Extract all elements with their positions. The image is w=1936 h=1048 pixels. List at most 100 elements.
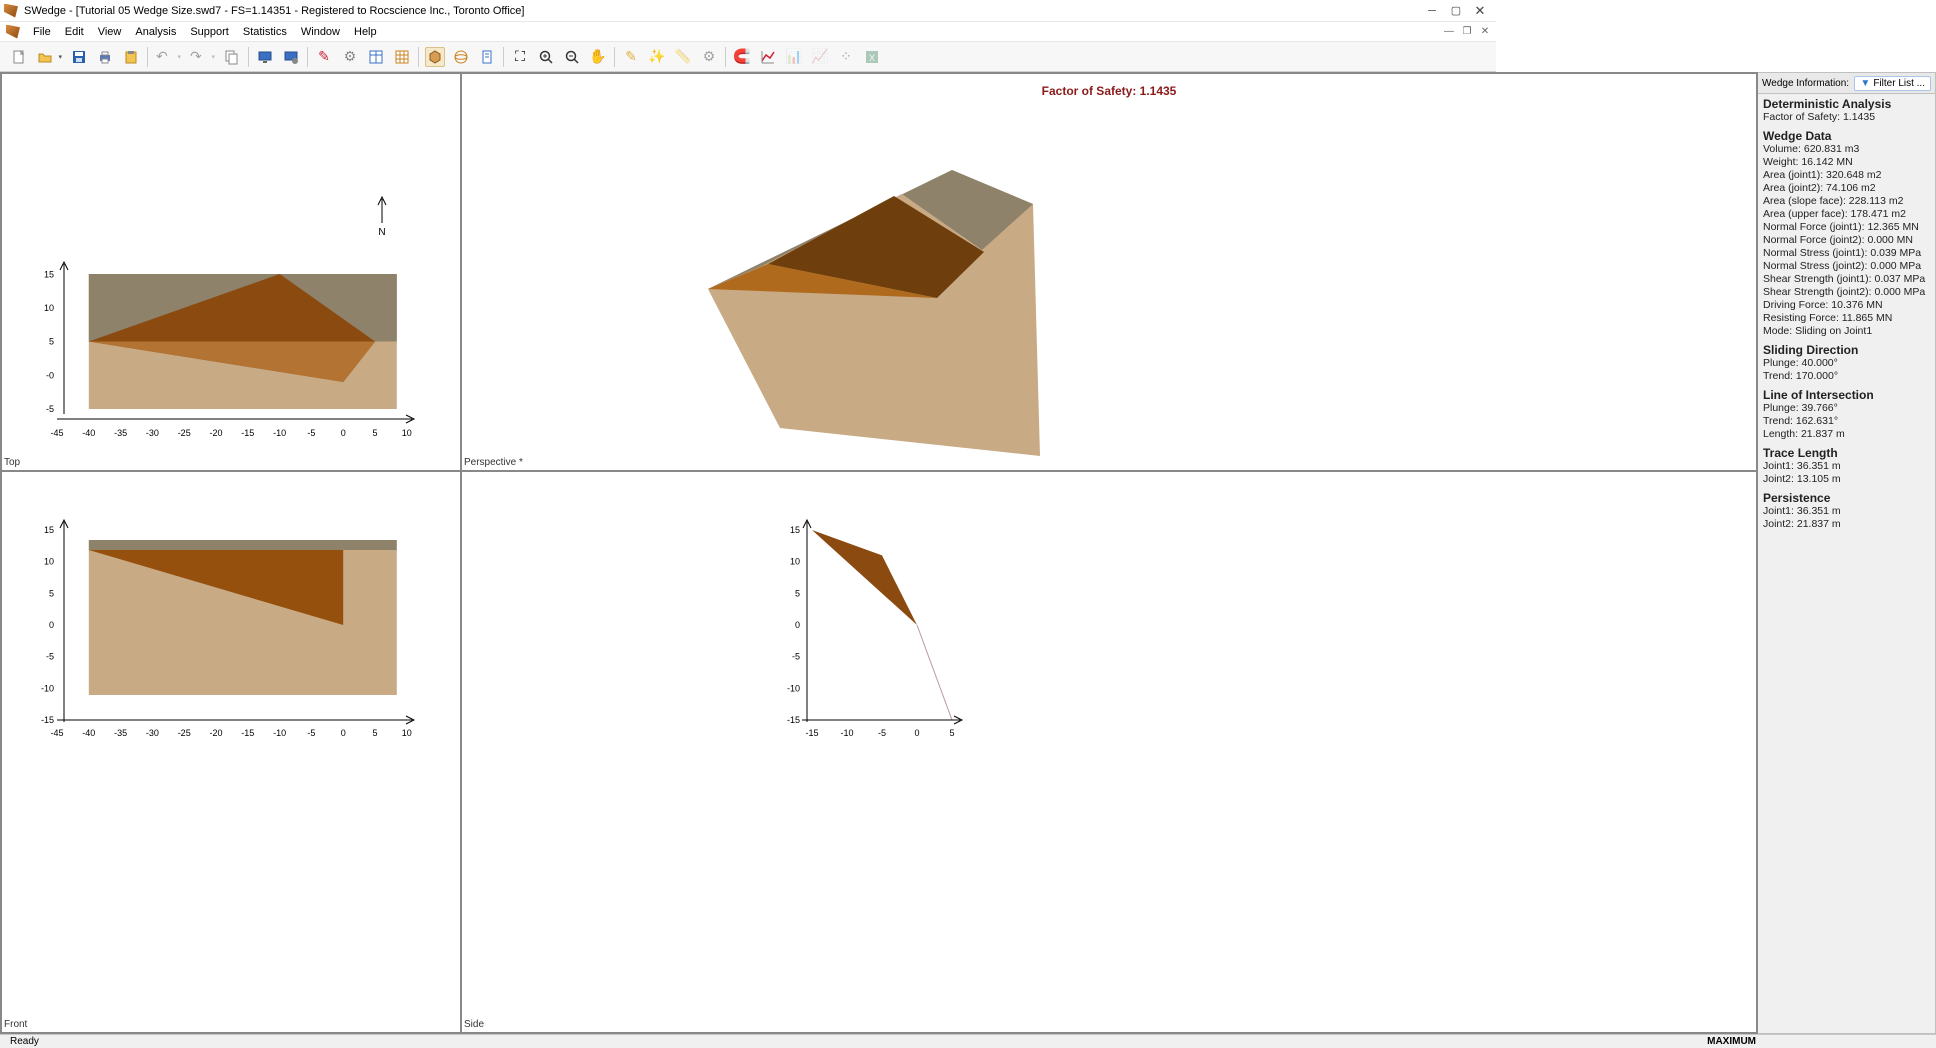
- zoom-in-icon[interactable]: [536, 47, 556, 67]
- info-li-length: Length: 21.837 m: [1763, 428, 1930, 441]
- svg-text:-5: -5: [46, 652, 54, 662]
- svg-text:-10: -10: [41, 683, 54, 693]
- svg-text:-10: -10: [840, 728, 853, 738]
- svg-text:-15: -15: [805, 728, 818, 738]
- svg-text:-5: -5: [307, 428, 315, 438]
- svg-text:-40: -40: [82, 428, 95, 438]
- scatter-chart-icon[interactable]: ⁘: [836, 47, 856, 67]
- measure-icon[interactable]: 📏: [673, 47, 693, 67]
- svg-text:-0: -0: [46, 371, 54, 381]
- menu-file[interactable]: File: [26, 26, 58, 38]
- menu-support[interactable]: Support: [183, 26, 236, 38]
- svg-text:-15: -15: [241, 428, 254, 438]
- magnet-icon[interactable]: 🧲: [732, 47, 752, 67]
- minimize-button[interactable]: ─: [1420, 5, 1444, 17]
- svg-text:-10: -10: [273, 728, 286, 738]
- display-icon[interactable]: [255, 47, 275, 67]
- menu-view[interactable]: View: [91, 26, 129, 38]
- edit-tool-icon[interactable]: ✎: [621, 47, 641, 67]
- open-file-icon[interactable]: ▾: [35, 47, 63, 67]
- save-icon[interactable]: [69, 47, 89, 67]
- info-area-j2: Area (joint2): 74.106 m2: [1763, 182, 1930, 195]
- box-icon[interactable]: [425, 47, 445, 67]
- wedge-info-body[interactable]: Deterministic Analysis Factor of Safety:…: [1758, 94, 1935, 1033]
- maximize-button[interactable]: ▢: [1444, 4, 1468, 17]
- menubar: File Edit View Analysis Support Statisti…: [0, 22, 1496, 42]
- copy-icon[interactable]: [222, 47, 242, 67]
- bar-chart-icon[interactable]: 📊: [784, 47, 804, 67]
- wedge-info-panel: Wedge Information: ▼ Filter List ... Det…: [1758, 72, 1936, 1034]
- svg-text:10: 10: [402, 728, 412, 738]
- info-area-j1: Area (joint1): 320.648 m2: [1763, 169, 1930, 182]
- perspective-view-chart: [462, 74, 1318, 471]
- document-icon: [6, 25, 20, 39]
- info-ns-j2: Normal Stress (joint2): 0.000 MPa: [1763, 260, 1930, 273]
- info-sl-trend: Trend: 170.000°: [1763, 370, 1930, 383]
- menu-help[interactable]: Help: [347, 26, 384, 38]
- info-nf-j2: Normal Force (joint2): 0.000 MN: [1763, 234, 1930, 247]
- svg-text:0: 0: [49, 620, 54, 630]
- filter-list-label: Filter List ...: [1873, 78, 1925, 89]
- filter-list-button[interactable]: ▼ Filter List ...: [1854, 76, 1931, 91]
- grid-icon[interactable]: [392, 47, 412, 67]
- info-li-plunge: Plunge: 39.766°: [1763, 402, 1930, 415]
- info-volume: Volume: 620.831 m3: [1763, 143, 1930, 156]
- svg-text:10: 10: [790, 557, 800, 567]
- menu-analysis[interactable]: Analysis: [128, 26, 183, 38]
- section-wedge-data: Wedge Data: [1763, 130, 1930, 143]
- view-side[interactable]: -15-10-5051015 -15-10-505 Side: [461, 471, 1757, 1033]
- top-view-chart: N -5-051015: [2, 74, 461, 471]
- info-pers-j2: Joint2: 21.837 m: [1763, 518, 1930, 531]
- clipboard-icon[interactable]: [121, 47, 141, 67]
- document-icon[interactable]: [477, 47, 497, 67]
- pencil-icon[interactable]: ✎: [314, 47, 334, 67]
- svg-text:-5: -5: [878, 728, 886, 738]
- new-file-icon[interactable]: [9, 47, 29, 67]
- pan-icon[interactable]: ✋: [588, 47, 608, 67]
- section-line-intersection: Line of Intersection: [1763, 389, 1930, 402]
- svg-text:-35: -35: [114, 428, 127, 438]
- mdi-minimize-button[interactable]: —: [1442, 26, 1456, 37]
- svg-text:15: 15: [44, 270, 54, 280]
- export-excel-icon[interactable]: X: [862, 47, 882, 67]
- funnel-icon: ▼: [1860, 78, 1870, 89]
- mdi-close-button[interactable]: ✕: [1478, 26, 1492, 37]
- status-ready: Ready: [4, 1036, 45, 1047]
- info-li-trend: Trend: 162.631°: [1763, 415, 1930, 428]
- menu-window[interactable]: Window: [294, 26, 347, 38]
- tool-settings-icon[interactable]: ⚙: [699, 47, 719, 67]
- menu-statistics[interactable]: Statistics: [236, 26, 294, 38]
- undo-icon[interactable]: ↶▾: [154, 47, 182, 67]
- svg-text:10: 10: [44, 557, 54, 567]
- info-pers-j1: Joint1: 36.351 m: [1763, 505, 1930, 518]
- section-deterministic: Deterministic Analysis: [1763, 98, 1930, 111]
- workspace: N -5 -0 5 10 15: [0, 72, 1936, 1034]
- svg-text:0: 0: [795, 620, 800, 630]
- svg-text:N: N: [378, 227, 385, 238]
- view-top[interactable]: N -5-051015: [1, 73, 461, 471]
- redo-icon[interactable]: ↷▾: [188, 47, 216, 67]
- wand-icon[interactable]: ✨: [647, 47, 667, 67]
- view-front[interactable]: -15-10-5051015 -45-40-35-30-25-20-15-10-…: [1, 471, 461, 1033]
- table-icon[interactable]: [366, 47, 386, 67]
- svg-text:-5: -5: [792, 652, 800, 662]
- mdi-restore-button[interactable]: ❐: [1460, 26, 1474, 37]
- trend-chart-icon[interactable]: 📈: [810, 47, 830, 67]
- gear-icon[interactable]: ⚙: [340, 47, 360, 67]
- close-button[interactable]: ✕: [1468, 3, 1492, 19]
- display-settings-icon[interactable]: [281, 47, 301, 67]
- svg-text:-5: -5: [307, 728, 315, 738]
- view-perspective[interactable]: Factor of Safety: 1.1435 Perspective *: [461, 73, 1757, 471]
- info-sl-plunge: Plunge: 40.000°: [1763, 357, 1930, 370]
- wedge-info-title: Wedge Information:: [1762, 78, 1849, 89]
- zoom-extents-icon[interactable]: ⛶: [510, 47, 530, 67]
- section-trace-length: Trace Length: [1763, 447, 1930, 460]
- sphere-icon[interactable]: [451, 47, 471, 67]
- info-fos: Factor of Safety: 1.1435: [1763, 111, 1930, 124]
- svg-text:10: 10: [44, 303, 54, 313]
- line-chart-icon[interactable]: [758, 47, 778, 67]
- zoom-out-icon[interactable]: [562, 47, 582, 67]
- menu-edit[interactable]: Edit: [58, 26, 91, 38]
- print-icon[interactable]: [95, 47, 115, 67]
- svg-text:5: 5: [372, 728, 377, 738]
